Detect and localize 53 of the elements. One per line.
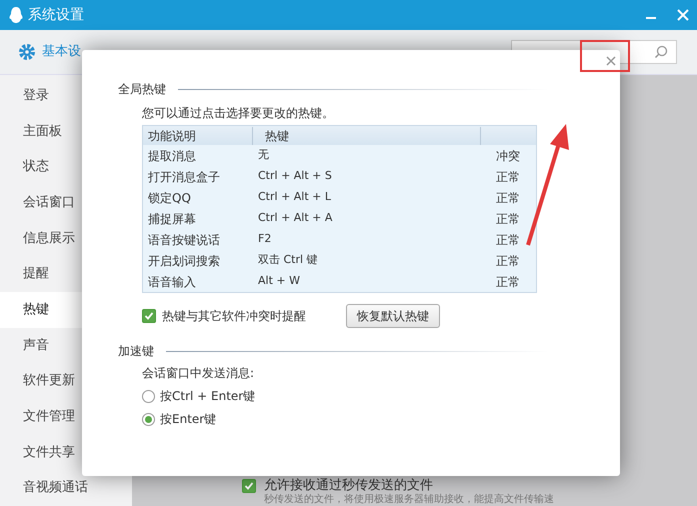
- table-row[interactable]: 提取消息 无 冲突: [143, 145, 536, 166]
- table-cell-text: 正常: [495, 274, 520, 290]
- column-header[interactable]: 热键: [253, 126, 481, 144]
- table-cell-text: 正常: [495, 210, 520, 228]
- table-cell-text: 双击 Ctrl 键: [257, 252, 319, 268]
- table-cell-text: 打开消息盒子: [147, 168, 221, 186]
- table-cell-text: 无: [257, 147, 270, 164]
- radio-button[interactable]: [142, 390, 155, 402]
- radio-button[interactable]: [142, 412, 155, 426]
- penguin-icon: [8, 6, 24, 24]
- search-icon: [654, 45, 668, 59]
- hint-text: 您可以通过点击选择要更改的热键。: [142, 105, 334, 122]
- table-row[interactable]: 锁定QQ Ctrl + Alt + L 正常: [143, 187, 536, 208]
- checkbox-label: 热键与其它软件冲突时提醒: [162, 308, 307, 325]
- table-cell-text: Ctrl + Alt + A: [257, 210, 334, 226]
- table-cell-text: 正常: [495, 252, 520, 270]
- table-cell-text: 冲突: [495, 148, 520, 164]
- radio-label: 按Ctrl + Enter键: [160, 388, 256, 405]
- table-cell-text: Ctrl + Alt + S: [257, 168, 333, 184]
- table-cell-text: Ctrl + Alt + L: [257, 189, 332, 206]
- table-cell-text: F2: [257, 231, 272, 248]
- table-cell-text: Alt + W: [257, 273, 301, 290]
- table-row[interactable]: 开启划词搜索 双击 Ctrl 键 正常: [143, 250, 536, 271]
- close-icon[interactable]: [606, 56, 616, 66]
- annotation-box: [580, 40, 630, 72]
- table-cell-text: 语音输入: [147, 274, 197, 290]
- gear-icon: [18, 43, 36, 61]
- radio-label: 按Enter键: [160, 411, 216, 428]
- table-row[interactable]: 捕捉屏幕 Ctrl + Alt + A 正常: [143, 208, 536, 229]
- table-cell-text: 捕捉屏幕: [147, 210, 197, 228]
- checkmark-icon: [144, 311, 154, 321]
- restore-defaults-button[interactable]: 恢复默认热键: [346, 304, 440, 328]
- sidebar-item[interactable]: 音视频通话: [0, 470, 132, 506]
- table-cell-text: 开启划词搜索: [147, 252, 221, 270]
- table-row[interactable]: 语音输入 Alt + W 正常: [143, 271, 536, 292]
- option-description: 秒传发送的文件，将使用极速服务器辅助接收，能提高文件传输速: [263, 494, 555, 506]
- checkbox[interactable]: [242, 478, 256, 492]
- table-cell-text: 正常: [495, 232, 520, 248]
- table-cell-text: 锁定QQ: [147, 190, 192, 206]
- section-title: 全局热键: [118, 81, 166, 98]
- table-row[interactable]: 语音按键说话 F2 正常: [143, 229, 536, 250]
- checkbox[interactable]: [142, 309, 156, 323]
- table-cell-text: 提取消息: [147, 148, 197, 164]
- window-title: 系统设置: [28, 6, 84, 24]
- table-cell-text: 正常: [495, 190, 520, 206]
- table-cell-text: 语音按键说话: [147, 232, 221, 248]
- checkmark-icon: [244, 480, 254, 490]
- section-title: 加速键: [118, 343, 154, 360]
- table-row[interactable]: 打开消息盒子 Ctrl + Alt + S 正常: [143, 166, 536, 187]
- table-cell-text: 正常: [495, 168, 520, 186]
- option-label: 允许接收通过秒传发送的文件: [264, 476, 433, 494]
- prompt-text: 会话窗口中发送消息:: [142, 365, 254, 382]
- column-header[interactable]: 功能说明: [143, 126, 253, 144]
